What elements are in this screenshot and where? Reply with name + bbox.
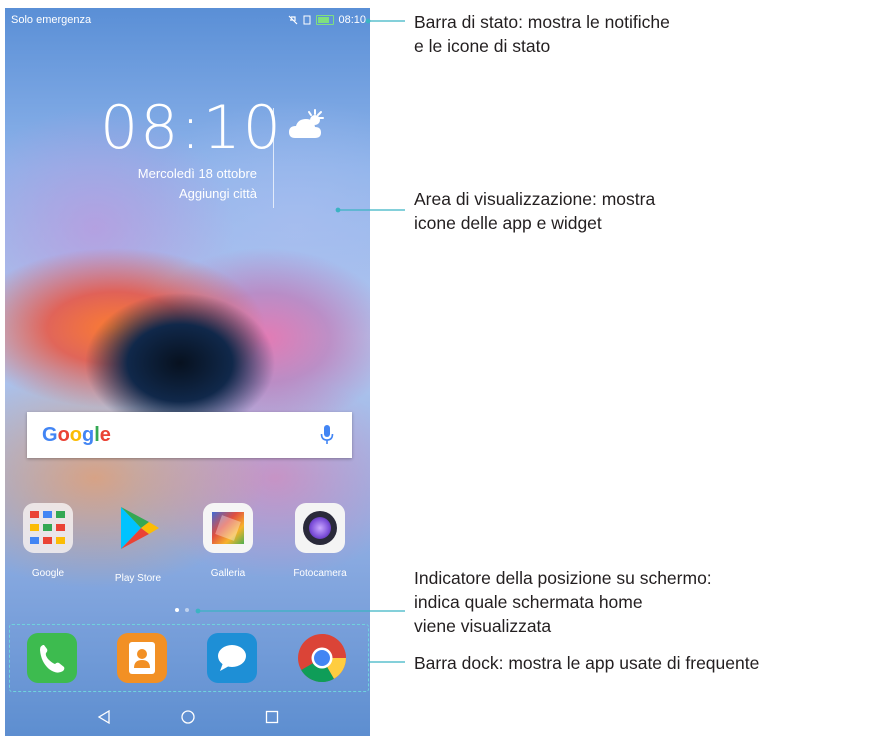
- callout-dot-display: [335, 207, 341, 213]
- callout-dot-indicator: [195, 608, 201, 614]
- annotation-line: indica quale schermata home: [414, 592, 643, 612]
- annotation-line: Indicatore della posizione su schermo:: [414, 568, 712, 588]
- annotation-line: Area di visualizzazione: mostra: [414, 189, 656, 209]
- annotation-indicator: Indicatore della posizione su schermo: i…: [414, 566, 712, 638]
- annotation-dock: Barra dock: mostra le app usate di frequ…: [414, 651, 759, 675]
- annotation-display: Area di visualizzazione: mostra icone de…: [414, 187, 655, 235]
- annotation-line: e le icone di stato: [414, 36, 551, 56]
- annotation-line: icone delle app e widget: [414, 213, 602, 233]
- callout-dot-statusbar: [365, 18, 371, 24]
- annotation-statusbar: Barra di stato: mostra le notifiche e le…: [414, 10, 670, 58]
- annotation-line: viene visualizzata: [414, 616, 552, 636]
- annotation-line: Barra di stato: mostra le notifiche: [414, 12, 670, 32]
- annotation-line: Barra dock: mostra le app usate di frequ…: [414, 653, 760, 673]
